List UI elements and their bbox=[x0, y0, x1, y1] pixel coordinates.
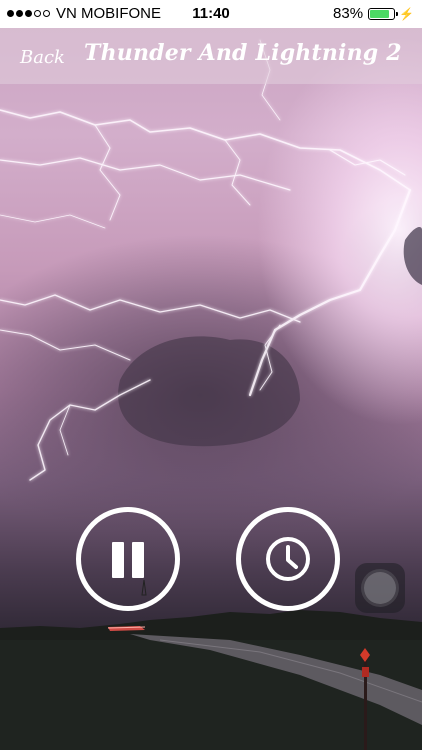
app-screen: VN MOBIFONE 11:40 83% ⚡ Back Thunder And… bbox=[0, 0, 422, 750]
assistive-touch-icon bbox=[364, 572, 396, 604]
page-title: Thunder And Lightning 2 bbox=[84, 40, 402, 66]
battery-icon bbox=[368, 7, 399, 20]
assistive-touch-button[interactable] bbox=[355, 563, 405, 613]
timer-button[interactable] bbox=[236, 507, 340, 611]
status-bar: VN MOBIFONE 11:40 83% ⚡ bbox=[0, 0, 422, 28]
clock-icon bbox=[266, 537, 310, 581]
back-button[interactable]: Back bbox=[20, 47, 65, 68]
nav-bar: Back Thunder And Lightning 2 bbox=[0, 28, 422, 84]
charging-bolt-icon: ⚡ bbox=[399, 6, 414, 21]
pause-button[interactable] bbox=[76, 507, 180, 611]
status-right: 83% ⚡ bbox=[333, 5, 414, 22]
lightning-background-image bbox=[0, 0, 422, 750]
battery-percent: 83% bbox=[333, 5, 364, 22]
